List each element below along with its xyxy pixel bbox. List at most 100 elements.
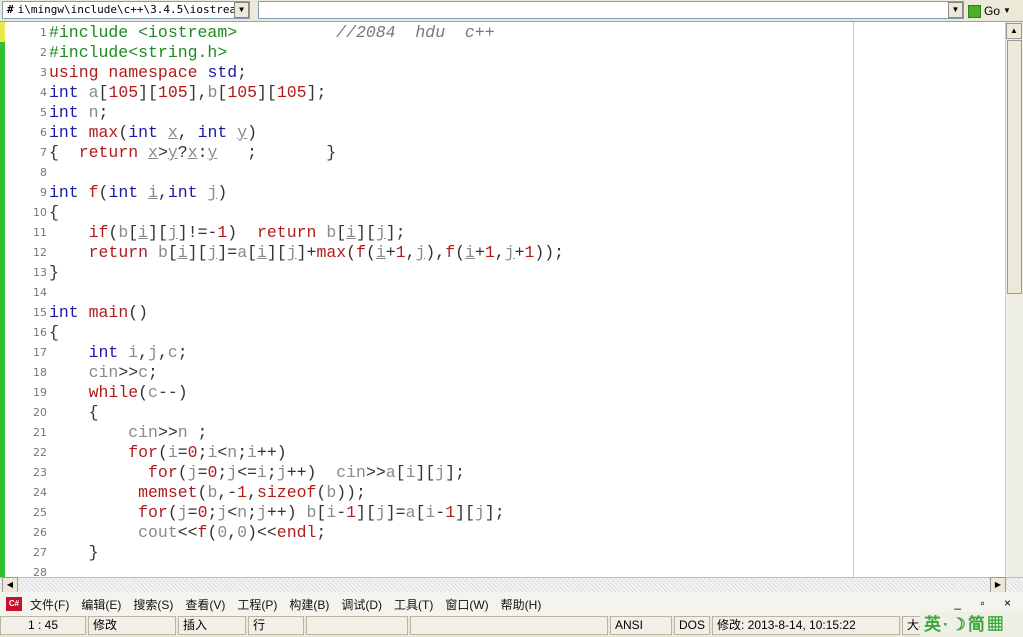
code-token: [: [128, 223, 139, 242]
code-token: [: [316, 503, 327, 522]
menu-item[interactable]: 窗口(W): [445, 598, 488, 612]
code-token: ; }: [217, 143, 337, 162]
code-token: for: [128, 443, 158, 462]
code-token: [: [217, 83, 228, 102]
code-token: c: [138, 363, 149, 382]
code-token: =: [187, 503, 198, 522]
code-line[interactable]: 23 for(j=0;j<=i;j++) cin>>a[i][j];: [0, 463, 465, 483]
code-token: ;: [187, 423, 208, 442]
go-button[interactable]: Go ▼: [968, 2, 1011, 20]
code-line[interactable]: 18 cin>>c;: [0, 363, 158, 383]
code-line[interactable]: 2 #include<string.h>: [0, 43, 227, 63]
code-token: using: [49, 63, 99, 82]
code-line[interactable]: 16{: [0, 323, 59, 343]
scroll-thumb[interactable]: [1007, 40, 1022, 294]
code-token: 1: [346, 503, 357, 522]
code-token: j: [167, 223, 178, 242]
code-token: 1: [217, 223, 228, 242]
code-token: ]=: [385, 503, 406, 522]
code-token: for: [148, 463, 178, 482]
code-line[interactable]: 6 int max(int x, int y): [0, 123, 257, 143]
horizontal-scrollbar[interactable]: ◀ ▶: [0, 577, 1023, 593]
code-token: <: [227, 503, 238, 522]
menu-item[interactable]: 查看(V): [185, 598, 225, 612]
code-token: i: [207, 443, 218, 462]
code-line[interactable]: 17 int i,j,c;: [0, 343, 188, 363]
menu-item[interactable]: 编辑(E): [81, 598, 121, 612]
code-token: (: [316, 483, 327, 502]
line-number: 4: [40, 86, 47, 99]
scroll-up-icon[interactable]: ▲: [1006, 23, 1022, 39]
menu-item[interactable]: 文件(F): [30, 598, 69, 612]
line-number: 14: [33, 286, 47, 299]
code-line[interactable]: 9 int f(int i,int j): [0, 183, 227, 203]
code-line[interactable]: 11 if(b[i][j]!=-1) return b[i][j];: [0, 223, 406, 243]
code-line[interactable]: 7{ return x>y?x:y ; }: [0, 143, 336, 163]
code-line[interactable]: 25 for(j=0;j<n;j++) b[i-1][j]=a[i-1][j];: [0, 503, 505, 523]
search-combo[interactable]: ▼: [258, 1, 964, 19]
code-token: c: [167, 343, 178, 362]
code-line[interactable]: 15 int main(): [0, 303, 148, 323]
chevron-down-icon[interactable]: ▼: [234, 2, 249, 18]
code-line[interactable]: 4 int a[105][105],b[105][105];: [0, 83, 326, 103]
code-line[interactable]: 14: [0, 283, 49, 303]
code-line[interactable]: 21 cin>>n ;: [0, 423, 207, 443]
line-number: 5: [40, 106, 47, 119]
code-token: ),: [425, 243, 446, 262]
vertical-scrollbar[interactable]: ▲: [1005, 22, 1023, 577]
menu-item[interactable]: 工程(P): [237, 598, 277, 612]
line-number: 21: [33, 426, 47, 439]
code-token: #include<string.h>: [49, 43, 228, 62]
line-mode: 行: [248, 616, 304, 635]
ime-toolbar[interactable]: 英·☽简▦: [920, 612, 1023, 637]
menu-item[interactable]: 构建(B): [289, 598, 329, 612]
menu-item[interactable]: 帮助(H): [501, 598, 542, 612]
code-token: i: [138, 223, 149, 242]
code-token: i: [177, 243, 188, 262]
scroll-right-icon[interactable]: ▶: [990, 577, 1006, 593]
scroll-left-icon[interactable]: ◀: [2, 577, 18, 593]
code-line[interactable]: 8: [0, 163, 49, 183]
code-line[interactable]: 3 using namespace std;: [0, 63, 247, 83]
line-number: 25: [33, 506, 47, 519]
chevron-down-icon[interactable]: ▼: [1003, 3, 1011, 19]
code-token: j: [148, 343, 158, 362]
go-icon: [968, 4, 981, 18]
code-token: int: [167, 183, 198, 202]
code-line[interactable]: 24 memset(b,-1,sizeof(b));: [0, 483, 366, 503]
menu-item[interactable]: 搜索(S): [133, 598, 173, 612]
menu-item[interactable]: 调试(D): [341, 598, 382, 612]
line-number: 28: [33, 566, 47, 577]
line-number: 24: [33, 486, 47, 499]
code-token: i: [257, 243, 267, 262]
code-editor[interactable]: 1 #include <iostream> //2084 hdu c++ 2 #inc…: [0, 22, 1005, 577]
code-token: ): [227, 223, 257, 242]
code-line[interactable]: 28: [0, 563, 49, 577]
code-line[interactable]: 5 int n;: [0, 103, 108, 123]
chevron-down-icon[interactable]: ▼: [948, 2, 963, 18]
menu-item[interactable]: 工具(T): [394, 598, 433, 612]
code-line[interactable]: 13}: [0, 263, 59, 283]
code-token: (: [157, 443, 168, 462]
code-line[interactable]: 27 }: [0, 543, 99, 563]
code-token: +: [474, 243, 485, 262]
code-line[interactable]: 26 cout<<f(0,0)<<endl;: [0, 523, 326, 543]
line-number: 15: [33, 306, 47, 319]
code-line[interactable]: 1 #include <iostream> //2084 hdu c++: [0, 23, 495, 43]
code-token: i: [375, 243, 386, 262]
code-line[interactable]: 12 return b[i][j]=a[i][j]+max(f(i+1,j),f…: [0, 243, 564, 263]
code-token: j: [375, 503, 386, 522]
code-line[interactable]: 10{: [0, 203, 59, 223]
code-token: -: [336, 503, 347, 522]
code-line[interactable]: 20 {: [0, 403, 99, 423]
code-line[interactable]: 22 for(i=0;i<n;i++): [0, 443, 287, 463]
code-line[interactable]: 19 while(c--): [0, 383, 188, 403]
window-controls[interactable]: _ ▫ ×: [954, 596, 1019, 610]
function-combo[interactable]: # i\mingw\include\c++\3.4.5\iostream> ▼: [2, 1, 250, 19]
line-number: 2: [40, 46, 47, 59]
